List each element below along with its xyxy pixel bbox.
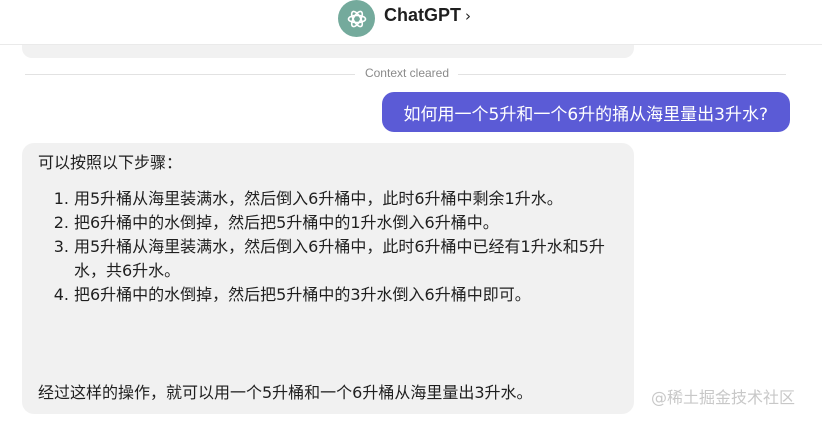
divider-line-left — [25, 74, 355, 75]
list-item: 2. 把6升桶中的水倒掉，然后把5升桶中的1升水倒入6升桶中。 — [38, 211, 620, 235]
step-number: 1. — [53, 189, 69, 208]
assistant-message-bubble: 可以按照以下步骤： 1. 用5升桶从海里装满水，然后倒入6升桶中，此时6升桶中剩… — [22, 143, 634, 414]
steps-list: 1. 用5升桶从海里装满水，然后倒入6升桶中，此时6升桶中剩余1升水。 2. 把… — [38, 187, 620, 307]
openai-logo-glyph — [347, 10, 366, 27]
list-item: 4. 把6升桶中的水倒掉，然后把5升桶中的3升水倒入6升桶中即可。 — [38, 283, 620, 307]
list-item: 1. 用5升桶从海里装满水，然后倒入6升桶中，此时6升桶中剩余1升水。 — [38, 187, 620, 211]
step-text: 把6升桶中的水倒掉，然后把5升桶中的3升水倒入6升桶中即可。 — [74, 285, 531, 304]
chat-header: ChatGPT › — [0, 0, 822, 45]
watermark-text: @稀土掘金技术社区 — [651, 388, 796, 407]
user-message-text: 如何用一个5升和一个6升的捅从海里量出3升水? — [403, 104, 768, 125]
assistant-intro-text: 可以按照以下步骤： — [38, 153, 183, 172]
openai-logo-icon — [338, 0, 375, 37]
divider-line-right — [458, 74, 786, 75]
chevron-right-icon: › — [465, 7, 472, 25]
model-selector[interactable]: ChatGPT › — [384, 5, 471, 26]
step-number: 2. — [53, 213, 69, 232]
step-number: 4. — [53, 285, 69, 304]
list-item: 3. 用5升桶从海里装满水，然后倒入6升桶中，此时6升桶中已经有1升水和5升水，… — [38, 235, 620, 283]
step-text: 用5升桶从海里装满水，然后倒入6升桶中，此时6升桶中剩余1升水。 — [74, 189, 563, 208]
step-text: 用5升桶从海里装满水，然后倒入6升桶中，此时6升桶中已经有1升水和5升水，共6升… — [74, 237, 605, 280]
step-number: 3. — [53, 237, 69, 256]
context-cleared-label: Context cleared — [364, 66, 450, 80]
user-message-bubble: 如何用一个5升和一个6升的捅从海里量出3升水? — [381, 92, 790, 132]
step-text: 把6升桶中的水倒掉，然后把5升桶中的1升水倒入6升桶中。 — [74, 213, 499, 232]
assistant-conclusion-text: 经过这样的操作，就可以用一个5升桶和一个6升桶从海里量出3升水。 — [38, 383, 533, 402]
app-title: ChatGPT — [384, 5, 462, 25]
